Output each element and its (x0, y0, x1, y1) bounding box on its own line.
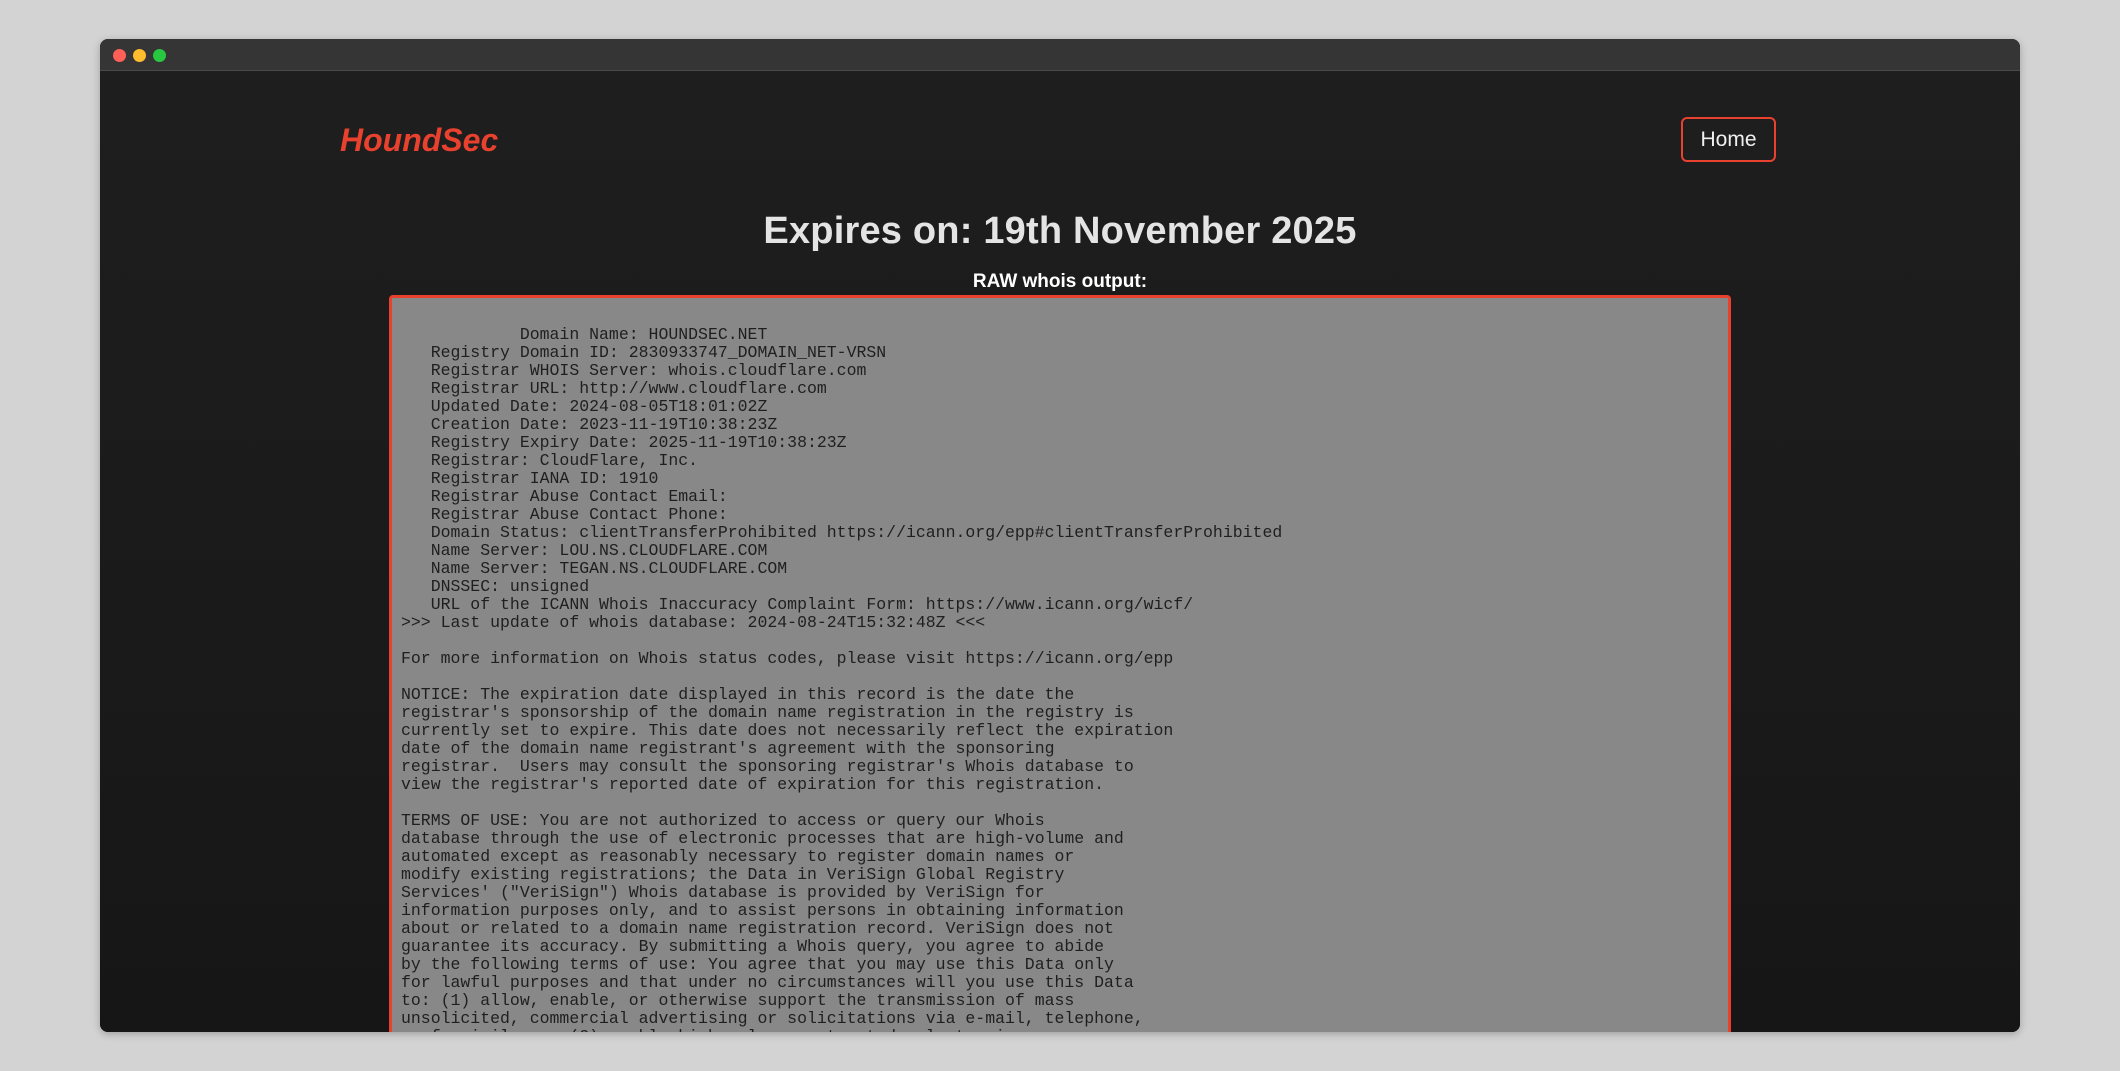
minimize-window-icon[interactable] (133, 49, 146, 62)
maximize-window-icon[interactable] (153, 49, 166, 62)
whois-output-text: Domain Name: HOUNDSEC.NET Registry Domai… (401, 325, 1283, 1033)
close-window-icon[interactable] (113, 49, 126, 62)
window-titlebar (100, 39, 2020, 71)
browser-window: HoundSec Home Expires on: 19th November … (100, 39, 2020, 1032)
raw-whois-label: RAW whois output: (972, 271, 1148, 292)
whois-output-box[interactable]: Domain Name: HOUNDSEC.NET Registry Domai… (389, 295, 1731, 1032)
page-content: HoundSec Home Expires on: 19th November … (100, 71, 2020, 1032)
home-button[interactable]: Home (1681, 117, 1776, 162)
expires-heading: Expires on: 19th November 2025 (763, 210, 1357, 252)
brand-logo[interactable]: HoundSec (340, 122, 498, 159)
